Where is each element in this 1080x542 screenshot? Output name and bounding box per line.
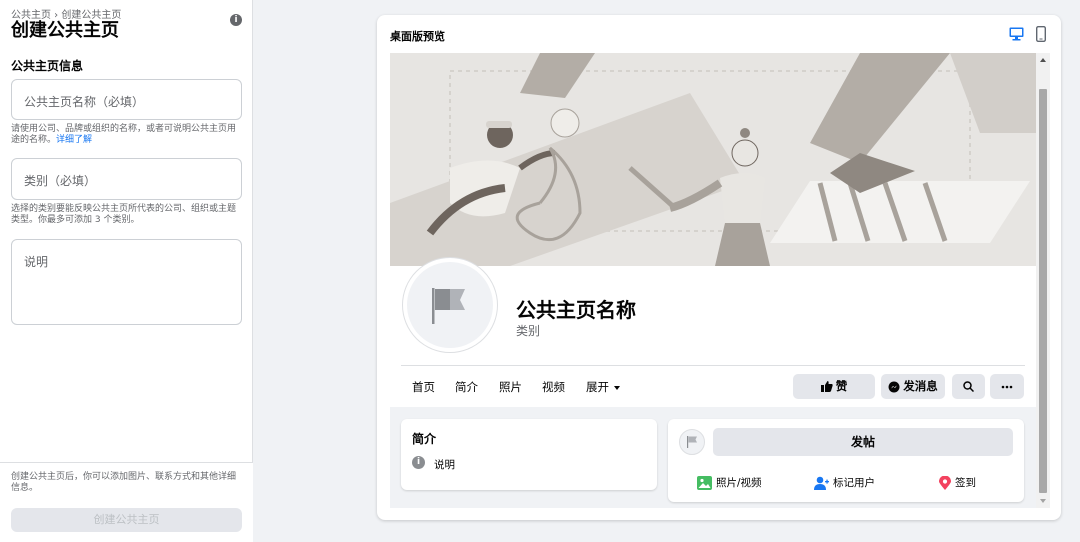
page-name-placeholder: 公共主页名称（必填） bbox=[24, 95, 145, 109]
like-label: 赞 bbox=[835, 379, 848, 393]
flag-icon bbox=[687, 436, 697, 448]
flag-icon bbox=[432, 288, 465, 324]
tag-people-label: 标记用户 bbox=[833, 477, 875, 489]
tag-user-icon bbox=[814, 476, 829, 490]
page-name-hint-text: 请使用公司、品牌或组织的名称，或者可说明公共主页用途的名称。 bbox=[11, 124, 237, 145]
more-button[interactable] bbox=[990, 374, 1024, 399]
page-name-input[interactable]: 公共主页名称（必填） bbox=[11, 79, 242, 120]
scroll-down-icon[interactable] bbox=[1040, 499, 1046, 503]
create-post-card: 发帖 照片/视频 标记用户 签到 bbox=[668, 419, 1024, 502]
description-textarea[interactable]: 说明 bbox=[11, 239, 242, 325]
footer-note: 创建公共主页后，你可以添加图片、联系方式和其他详细信息。 bbox=[11, 472, 237, 493]
intro-card: 简介 i 说明 bbox=[401, 419, 657, 490]
scroll-up-icon[interactable] bbox=[1040, 58, 1046, 62]
learn-more-link[interactable]: 详细了解 bbox=[56, 135, 92, 145]
left-panel: 公共主页 › 创建公共主页 创建公共主页 i 公共主页信息 公共主页名称（必填）… bbox=[0, 0, 253, 542]
search-icon bbox=[963, 381, 975, 393]
like-button[interactable]: 赞 bbox=[793, 374, 875, 399]
description-placeholder: 说明 bbox=[24, 255, 49, 269]
post-avatar bbox=[679, 429, 705, 455]
search-button[interactable] bbox=[952, 374, 985, 399]
category-placeholder: 类别（必填） bbox=[24, 174, 97, 188]
section-title: 公共主页信息 bbox=[11, 59, 84, 73]
preview-frame: 公共主页名称 类别 首页 简介 照片 视频 展开 赞 发消息 简介 i 说明 发… bbox=[390, 53, 1050, 508]
location-pin-icon bbox=[939, 475, 951, 490]
check-in-button[interactable]: 签到 bbox=[939, 475, 976, 490]
page-category: 类别 bbox=[516, 324, 541, 338]
info-icon: i bbox=[412, 456, 425, 469]
divider bbox=[401, 365, 1025, 366]
create-post-button[interactable]: 发帖 bbox=[713, 428, 1013, 456]
more-icon bbox=[1001, 385, 1013, 388]
category-hint: 选择的类别要能反映公共主页所代表的公司、组织或主题类型。你最多可添加 3 个类别… bbox=[11, 204, 237, 225]
create-page-button[interactable]: 创建公共主页 bbox=[11, 508, 242, 532]
photo-video-label: 照片/视频 bbox=[716, 477, 762, 489]
info-icon[interactable]: i bbox=[230, 14, 242, 26]
tab-more-label: 展开 bbox=[586, 380, 609, 394]
page-name-hint: 请使用公司、品牌或组织的名称，或者可说明公共主页用途的名称。详细了解 bbox=[11, 124, 243, 146]
preview-card: 桌面版预览 公共主页名称 类别 首页 简介 照片 视频 展开 赞 发消息 简介 … bbox=[377, 15, 1061, 520]
photo-video-button[interactable]: 照片/视频 bbox=[697, 475, 762, 490]
message-label: 发消息 bbox=[903, 379, 938, 393]
category-input[interactable]: 类别（必填） bbox=[11, 158, 242, 200]
tab-about[interactable]: 简介 bbox=[455, 379, 478, 395]
tag-people-button[interactable]: 标记用户 bbox=[814, 475, 875, 490]
tab-videos[interactable]: 视频 bbox=[542, 379, 565, 395]
messenger-icon bbox=[888, 381, 900, 392]
message-button[interactable]: 发消息 bbox=[881, 374, 945, 399]
caret-down-icon bbox=[614, 385, 620, 390]
scrollbar-thumb[interactable] bbox=[1039, 89, 1047, 493]
mobile-icon[interactable] bbox=[1036, 26, 1046, 42]
left-footer: 创建公共主页后，你可以添加图片、联系方式和其他详细信息。 创建公共主页 bbox=[0, 462, 253, 542]
cover-photo bbox=[390, 53, 1036, 266]
desktop-icon[interactable] bbox=[1009, 27, 1024, 41]
preview-title: 桌面版预览 bbox=[390, 30, 445, 43]
page-preview: 公共主页名称 类别 首页 简介 照片 视频 展开 赞 发消息 简介 i 说明 发… bbox=[390, 53, 1036, 508]
profile-avatar[interactable] bbox=[403, 258, 497, 352]
tab-home[interactable]: 首页 bbox=[412, 379, 435, 395]
intro-description: 说明 bbox=[434, 459, 455, 471]
scrollbar[interactable] bbox=[1036, 53, 1050, 508]
tab-photos[interactable]: 照片 bbox=[499, 379, 522, 395]
check-in-label: 签到 bbox=[955, 477, 976, 489]
intro-title: 简介 bbox=[412, 432, 437, 446]
like-icon bbox=[820, 381, 833, 392]
page-name: 公共主页名称 bbox=[516, 298, 636, 322]
tab-more[interactable]: 展开 bbox=[586, 379, 620, 395]
page-title: 创建公共主页 bbox=[11, 20, 119, 41]
profile-header: 公共主页名称 类别 首页 简介 照片 视频 展开 赞 发消息 bbox=[390, 258, 1036, 407]
cover-illustration bbox=[390, 53, 1036, 266]
photo-icon bbox=[697, 476, 712, 490]
